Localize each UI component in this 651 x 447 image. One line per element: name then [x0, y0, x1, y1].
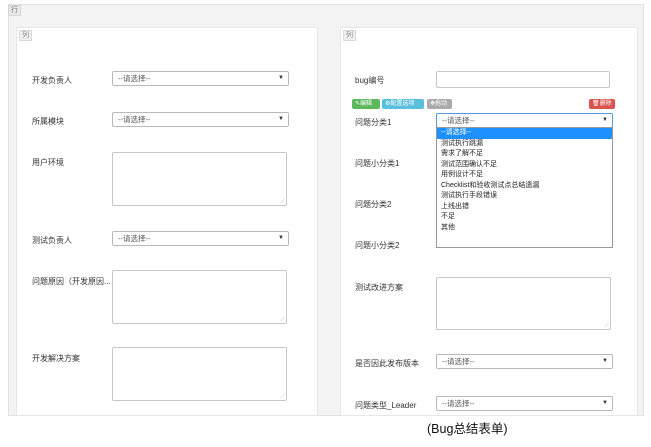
- user-env-label: 用户环境: [32, 158, 64, 167]
- leader-label: 问题类型_Leader: [355, 401, 417, 410]
- improvement-label: 测试改进方案: [355, 283, 403, 292]
- resize-grip-icon[interactable]: ⟋: [281, 317, 285, 323]
- category1-label: 问题分类1: [355, 118, 392, 127]
- solution-textarea[interactable]: ⟋: [112, 347, 287, 401]
- delete-button[interactable]: 🗑删除: [589, 99, 615, 109]
- dropdown-option[interactable]: 测试执行手段错误: [437, 191, 612, 202]
- dropdown-option[interactable]: 上线出错: [437, 202, 612, 213]
- config-options-button[interactable]: ⚙配置选项: [382, 99, 424, 109]
- resize-grip-icon[interactable]: ⟋: [605, 323, 609, 329]
- drag-button[interactable]: ✥拖动: [427, 99, 452, 109]
- test-owner-label: 测试负责人: [32, 236, 72, 245]
- dropdown-option[interactable]: 其他: [437, 223, 612, 234]
- release-label: 是否因此发布版本: [355, 359, 419, 368]
- category2-label: 问题分类2: [355, 200, 392, 209]
- improvement-textarea[interactable]: ⟋: [436, 277, 611, 330]
- chevron-down-icon: ▼: [278, 75, 284, 81]
- chevron-down-icon: ▼: [602, 358, 608, 364]
- module-select[interactable]: --请选择-- ▼: [112, 112, 289, 127]
- dropdown-option[interactable]: Checklist和验收测试点总结遗漏: [437, 181, 612, 192]
- module-label: 所属模块: [32, 117, 64, 126]
- dropdown-option[interactable]: --请选择--: [437, 128, 612, 139]
- cause-label: 问题原因（开发原因...: [32, 277, 111, 286]
- test-owner-select[interactable]: --请选择-- ▼: [112, 231, 289, 246]
- dropdown-option[interactable]: 需求了解不足: [437, 149, 612, 160]
- resize-grip-icon[interactable]: ⟋: [281, 394, 285, 400]
- dev-owner-label: 开发负责人: [32, 76, 72, 85]
- form-caption: (Bug总结表单): [427, 422, 508, 436]
- chevron-down-icon: ▼: [602, 117, 608, 123]
- dropdown-option[interactable]: 测试执行跳漏: [437, 139, 612, 150]
- subcategory1-label: 问题小分类1: [355, 159, 400, 168]
- bug-no-label: bug编号: [355, 76, 385, 85]
- leader-select[interactable]: --请选择-- ▼: [436, 396, 613, 411]
- chevron-down-icon: ▼: [278, 235, 284, 241]
- dropdown-option[interactable]: 不足: [437, 212, 612, 223]
- cause-textarea[interactable]: ⟋: [112, 270, 287, 324]
- leader-select-value: --请选择--: [442, 399, 475, 408]
- release-select-value: --请选择--: [442, 357, 475, 366]
- dev-owner-select[interactable]: --请选择-- ▼: [112, 71, 289, 86]
- resize-grip-icon[interactable]: ⟋: [281, 199, 285, 205]
- module-select-value: --请选择--: [118, 115, 151, 124]
- solution-label: 开发解决方案: [32, 354, 80, 363]
- category1-select[interactable]: --请选择-- ▼: [436, 113, 613, 128]
- bug-no-input[interactable]: [436, 71, 610, 88]
- column-tag: 列: [19, 30, 32, 41]
- user-env-textarea[interactable]: ⟋: [112, 152, 287, 206]
- chevron-down-icon: ▼: [602, 400, 608, 406]
- edit-button[interactable]: ✎编辑: [352, 99, 380, 109]
- test-owner-select-value: --请选择--: [118, 234, 151, 243]
- row-tag: 行: [8, 5, 21, 16]
- category1-select-value: --请选择--: [442, 116, 475, 125]
- trash-icon: 🗑: [592, 101, 600, 107]
- dropdown-option[interactable]: 用例设计不足: [437, 170, 612, 181]
- chevron-down-icon: ▼: [278, 116, 284, 122]
- category1-dropdown-list: --请选择-- 测试执行跳漏 需求了解不足 测试范围确认不足 用例设计不足 Checkli…: [436, 127, 613, 248]
- subcategory2-label: 问题小分类2: [355, 241, 400, 250]
- release-select[interactable]: --请选择-- ▼: [436, 354, 613, 369]
- dev-owner-select-value: --请选择--: [118, 74, 151, 83]
- dropdown-option[interactable]: 测试范围确认不足: [437, 160, 612, 171]
- column-tag: 列: [343, 30, 356, 41]
